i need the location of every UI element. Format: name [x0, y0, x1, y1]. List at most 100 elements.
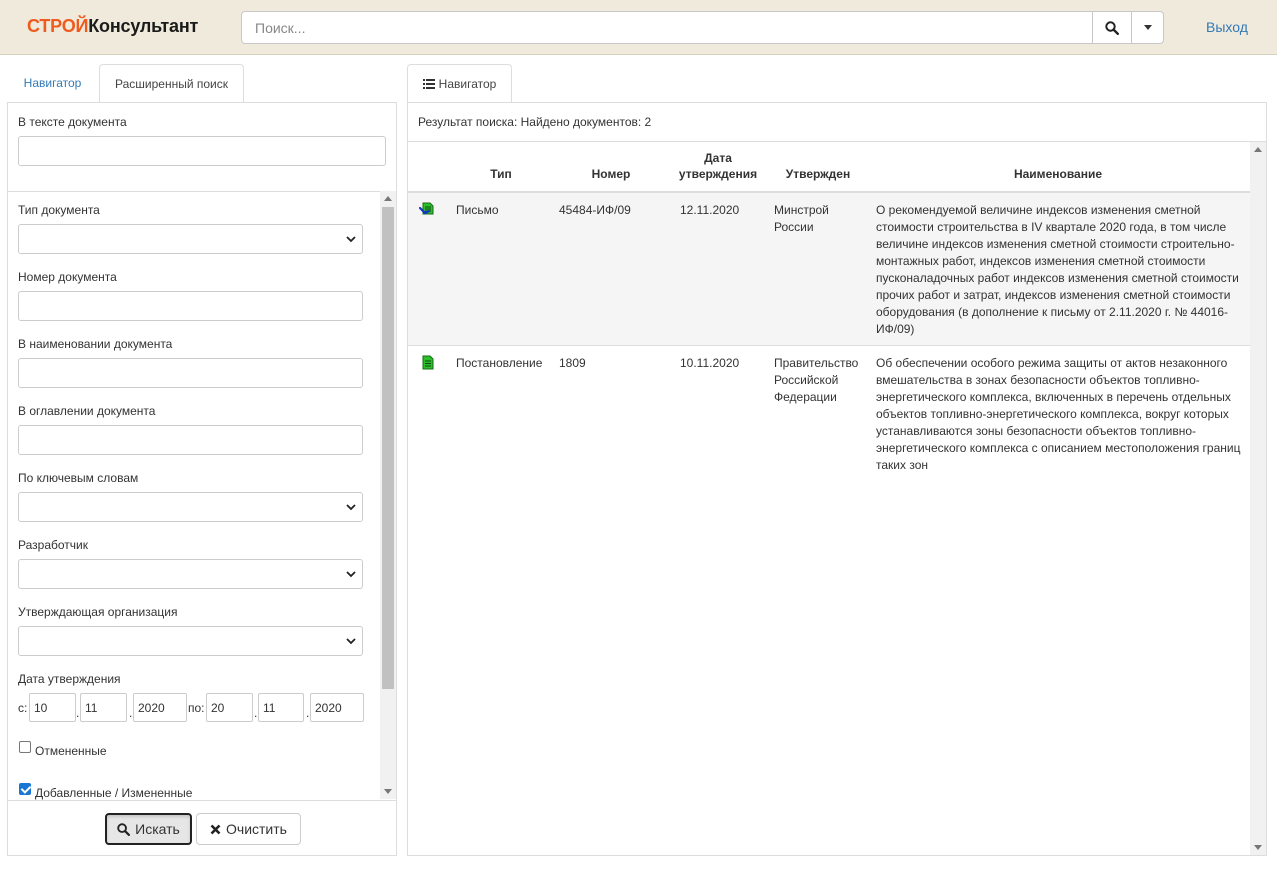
cell-approved-line: Правительство [774, 356, 859, 370]
scroll-thumb[interactable] [382, 207, 394, 689]
caret-down-icon [1144, 25, 1152, 30]
cell-name-line: пусконаладочных работ индексов изменения… [876, 271, 1239, 285]
developer-select[interactable] [18, 559, 363, 589]
cell-type: Письмо [456, 203, 499, 217]
cell-number: 45484-ИФ/09 [559, 203, 631, 217]
search-button[interactable] [1092, 12, 1131, 43]
scroll-down-icon[interactable] [384, 789, 392, 794]
clear-label: Очистить [226, 821, 287, 837]
cancelled-checkbox[interactable] [19, 741, 31, 753]
scroll-down-icon[interactable] [1254, 845, 1262, 850]
search-submit-button[interactable]: Искать [105, 813, 192, 845]
date-separator: . [129, 706, 133, 720]
date-separator: . [254, 706, 258, 720]
col-header-type[interactable]: Тип [476, 166, 526, 182]
keywords-label: По ключевым словам [18, 471, 139, 485]
search-options-dropdown[interactable] [1131, 12, 1164, 43]
in-text-label: В тексте документа [18, 115, 127, 129]
date-from-year[interactable]: 2020 [133, 693, 187, 722]
table-row[interactable]: Постановление 1809 10.11.2020 Правительс… [408, 347, 1250, 487]
divider [408, 141, 1266, 142]
approving-org-select[interactable] [18, 626, 363, 656]
table-row[interactable]: Письмо 45484-ИФ/09 12.11.2020 Минстрой Р… [408, 193, 1250, 346]
cell-name-line: энергетического комплекса, включенных в … [876, 390, 1231, 404]
cell-name-line: прочих работ и затрат, индексов изменени… [876, 288, 1231, 302]
results-panel: Результат поиска: Найдено документов: 2 … [407, 102, 1267, 856]
logo-part1: СТРОЙ [27, 16, 89, 36]
date-from-day[interactable]: 10 [29, 693, 76, 722]
chevron-down-icon [346, 638, 356, 645]
search-input[interactable] [242, 12, 1092, 43]
clear-button[interactable]: Очистить [196, 813, 301, 845]
cell-date: 10.11.2020 [680, 356, 740, 370]
doc-type-label: Тип документа [18, 203, 100, 217]
results-scrollbar[interactable] [1250, 142, 1266, 855]
tab-results-label: Навигатор [438, 76, 497, 91]
date-from-month[interactable]: 11 [80, 693, 127, 722]
search-bar [241, 11, 1164, 44]
date-to-day[interactable]: 20 [206, 693, 253, 722]
cancelled-label: Отмененные [35, 744, 107, 758]
cell-name-line: объектов топливно-энергетического компле… [876, 407, 1229, 421]
in-name-input[interactable] [18, 358, 363, 388]
cell-name-line: таких зон [876, 458, 928, 472]
col-header-number[interactable]: Номер [581, 166, 641, 182]
in-toc-input[interactable] [18, 425, 363, 455]
tab-advanced-search[interactable]: Расширенный поиск [99, 64, 244, 103]
logo[interactable]: СТРОЙКонсультант [27, 16, 198, 37]
cell-approved-line: Минстрой [774, 203, 829, 217]
keywords-select[interactable] [18, 492, 363, 522]
advanced-search-panel: В тексте документа Тип документа Номер д… [7, 102, 397, 856]
tab-navigator[interactable]: Навигатор [8, 64, 97, 102]
cell-name-line: монтажных работ, индексов изменения смет… [876, 254, 1206, 268]
col-header-date[interactable]: Дата утверждения [673, 150, 763, 182]
in-toc-label: В оглавлении документа [18, 404, 156, 418]
top-bar: СТРОЙКонсультант Выход [0, 0, 1277, 55]
cell-type: Постановление [456, 356, 543, 370]
cell-name-line: устанавливаются зоны безопасности объект… [876, 424, 1197, 438]
cell-name-line: О рекомендуемой величине индексов измене… [876, 203, 1201, 217]
date-from-label: с: [18, 701, 28, 715]
cell-approved: Правительство Российской Федерации [774, 355, 858, 406]
cell-name-line: Об обеспечении особого режима защиты от … [876, 356, 1228, 370]
doc-number-input[interactable] [18, 291, 363, 321]
date-separator: . [76, 706, 80, 720]
date-to-month[interactable]: 11 [258, 693, 304, 722]
approval-date-label: Дата утверждения [18, 672, 121, 686]
logo-part2: Консультант [88, 16, 199, 36]
cell-approved: Минстрой России [774, 202, 829, 236]
col-header-date-line1: Дата [704, 151, 732, 165]
cell-name-line: величине индексов изменения сметной стои… [876, 237, 1235, 251]
col-header-date-line2: утверждения [678, 167, 758, 181]
cell-date: 12.11.2020 [680, 203, 740, 217]
cell-approved-line: Российской [774, 373, 839, 387]
added-changed-label: Добавленные / Измененные [35, 786, 193, 800]
tab-results-navigator[interactable]: Навигатор [407, 64, 512, 103]
document-icon [422, 355, 434, 370]
left-scrollbar[interactable] [380, 191, 396, 799]
close-icon [210, 824, 221, 834]
col-header-name[interactable]: Наименование [968, 166, 1148, 182]
cell-name[interactable]: Об обеспечении особого режима защиты от … [876, 355, 1248, 474]
in-name-label: В наименовании документа [18, 337, 173, 351]
date-to-label: по: [188, 701, 205, 715]
divider [8, 800, 396, 801]
chevron-down-icon [346, 571, 356, 578]
divider [8, 191, 396, 192]
col-header-approved[interactable]: Утвержден [778, 166, 858, 182]
search-icon [1105, 20, 1119, 35]
developer-label: Разработчик [18, 538, 88, 552]
scroll-up-icon[interactable] [1254, 147, 1262, 152]
cell-name-line: стоимости строительства в IV квартале 20… [876, 220, 1227, 234]
cell-name[interactable]: О рекомендуемой величине индексов измене… [876, 202, 1246, 338]
date-to-year[interactable]: 2020 [310, 693, 364, 722]
cell-approved-line: России [774, 220, 814, 234]
added-changed-checkbox[interactable] [19, 783, 31, 795]
cell-name-line: ИФ/09) [876, 322, 915, 336]
in-text-input[interactable] [18, 136, 386, 166]
doc-type-select[interactable] [18, 224, 363, 254]
cell-name-line: оборудования (в дополнение к письму от 2… [876, 305, 1229, 319]
logout-link[interactable]: Выход [1206, 19, 1248, 35]
list-icon [422, 78, 435, 89]
scroll-up-icon[interactable] [384, 196, 392, 201]
